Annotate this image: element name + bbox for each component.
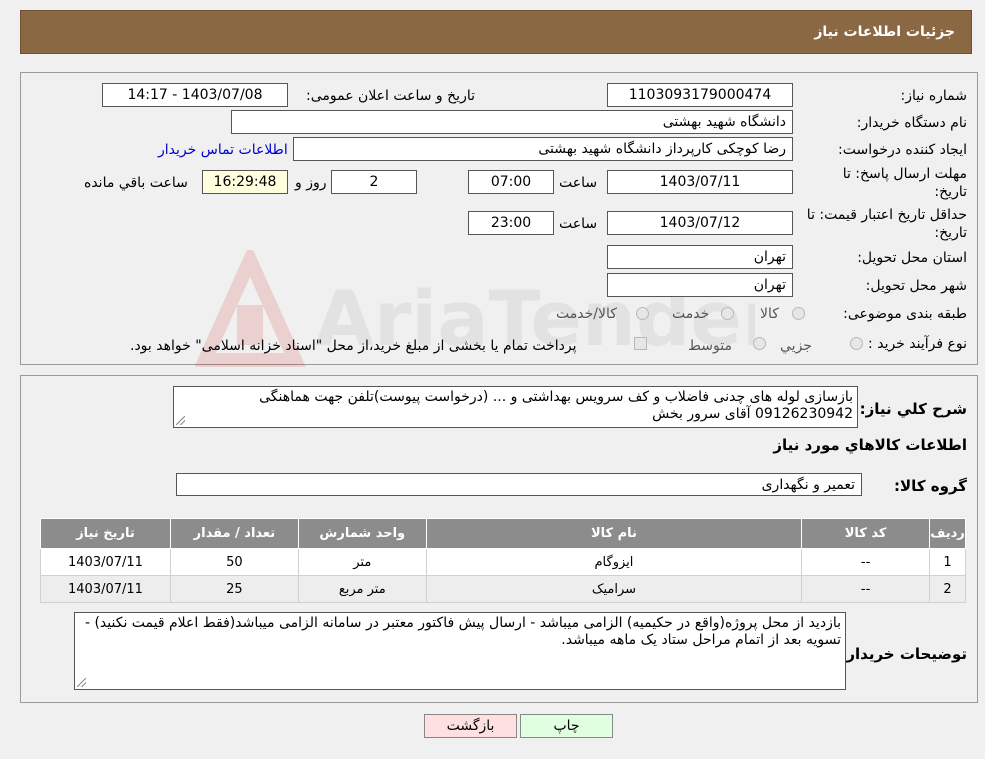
cell-goods-name: ایزوگام: [425, 548, 803, 576]
province-field: تهران: [607, 245, 793, 269]
city-label: شهر محل تحویل:: [865, 278, 967, 294]
process-note: پرداخت تمام یا بخشی از مبلغ خرید،از محل …: [130, 338, 577, 354]
description-text: بازسازی لوله های چدنی فاضلاب و کف سرویس …: [259, 389, 853, 422]
buyer-notes-text: بازدید از محل پروژه(واقع در حکیمیه) الزا…: [84, 615, 841, 648]
description-textarea: بازسازی لوله های چدنی فاضلاب و کف سرویس …: [173, 386, 858, 428]
category-goods-label: کالا: [760, 306, 779, 322]
remaining-label: ساعت باقي مانده: [84, 175, 188, 191]
deadline-date-field: 1403/07/11: [607, 170, 793, 194]
page-title: جزئیات اطلاعات نیاز: [814, 24, 955, 40]
city-field: تهران: [607, 273, 793, 297]
need-number-label: شماره نیاز:: [900, 88, 968, 104]
need-number-field: 1103093179000474: [607, 83, 793, 107]
remaining-time-field: 16:29:48: [202, 170, 288, 194]
resize-handle-icon[interactable]: [176, 416, 185, 425]
cell-goods-name: سرامیک: [425, 575, 803, 603]
buyer-notes-label: توضیحات خریدار:: [840, 645, 967, 663]
process-medium-radio[interactable]: [753, 337, 766, 350]
col-need-date: تاریخ نیاز: [40, 518, 171, 549]
category-goods-radio[interactable]: [792, 307, 805, 320]
cell-need-date: 1403/07/11: [40, 548, 171, 576]
province-label: استان محل تحویل:: [857, 250, 967, 266]
process-medium-label: متوسط: [688, 338, 732, 354]
table-header-row: رديف کد کالا نام کالا واحد شمارش تعداد /…: [40, 518, 966, 549]
validity-label-line2: تاریخ:: [934, 225, 967, 241]
buyer-org-label: نام دستگاه خریدار:: [856, 115, 967, 131]
cell-need-date: 1403/07/11: [40, 575, 171, 603]
cell-unit: متر مربع: [297, 575, 427, 603]
resize-handle-icon[interactable]: [77, 678, 86, 687]
validity-hour-label: ساعت: [559, 216, 598, 232]
buyer-notes-textarea: بازدید از محل پروژه(واقع در حکیمیه) الزا…: [74, 612, 846, 690]
goods-group-label: گروه کالا:: [894, 477, 967, 495]
days-field: 2: [331, 170, 417, 194]
days-label: روز و: [295, 175, 327, 191]
cell-row-number: 1: [929, 548, 966, 576]
cell-row-number: 2: [929, 575, 966, 603]
print-button[interactable]: چاپ: [520, 714, 613, 738]
treasury-checkbox[interactable]: [634, 337, 647, 350]
page-header: جزئیات اطلاعات نیاز: [20, 10, 972, 54]
validity-label-line1: حداقل تاریخ اعتبار قیمت: تا: [806, 207, 967, 223]
deadline-label-line1: مهلت ارسال پاسخ: تا: [842, 166, 967, 182]
process-minor-label: جزیي: [780, 338, 812, 354]
cell-goods-code: --: [801, 548, 931, 576]
col-quantity: تعداد / مقدار: [169, 518, 299, 549]
deadline-time-field: 07:00: [468, 170, 554, 194]
cell-goods-code: --: [801, 575, 931, 603]
category-service-label: خدمت: [672, 306, 710, 322]
category-goods-service-radio[interactable]: [636, 307, 649, 320]
col-goods-name: نام کالا: [425, 518, 803, 549]
goods-group-field: تعمیر و نگهداری: [176, 473, 862, 496]
cell-quantity: 50: [169, 548, 299, 576]
validity-date-field: 1403/07/12: [607, 211, 793, 235]
deadline-hour-label: ساعت: [559, 175, 598, 191]
category-goods-service-label: کالا/خدمت: [556, 306, 617, 322]
category-label: طبقه بندی موضوعی:: [843, 306, 967, 322]
table-row: 1 -- ایزوگام متر 50 1403/07/11: [40, 548, 966, 576]
category-service-radio[interactable]: [721, 307, 734, 320]
description-label: شرح کلي نياز:: [859, 400, 967, 418]
announce-field: 1403/07/08 - 14:17: [102, 83, 288, 107]
table-row: 2 -- سرامیک متر مربع 25 1403/07/11: [40, 575, 966, 603]
cell-unit: متر: [297, 548, 427, 576]
deadline-label-line2: تاریخ:: [934, 184, 967, 200]
col-goods-code: کد کالا: [801, 518, 931, 549]
cell-quantity: 25: [169, 575, 299, 603]
requester-field: رضا کوچکی کارپرداز دانشگاه شهید بهشتی: [293, 137, 793, 161]
items-table: رديف کد کالا نام کالا واحد شمارش تعداد /…: [40, 518, 966, 603]
validity-time-field: 23:00: [468, 211, 554, 235]
requester-label: ایجاد کننده درخواست:: [838, 142, 967, 158]
col-row-number: رديف: [929, 518, 966, 549]
process-minor-radio[interactable]: [850, 337, 863, 350]
goods-info-title: اطلاعات کالاهاي مورد نياز: [773, 436, 967, 454]
col-unit: واحد شمارش: [297, 518, 427, 549]
buyer-org-field: دانشگاه شهید بهشتی: [231, 110, 793, 134]
announce-label: تاریخ و ساعت اعلان عمومی:: [306, 88, 475, 104]
buyer-contact-link[interactable]: اطلاعات تماس خریدار: [158, 142, 288, 158]
back-button[interactable]: بازگشت: [424, 714, 517, 738]
process-label: نوع فرآیند خرید :: [868, 336, 967, 352]
